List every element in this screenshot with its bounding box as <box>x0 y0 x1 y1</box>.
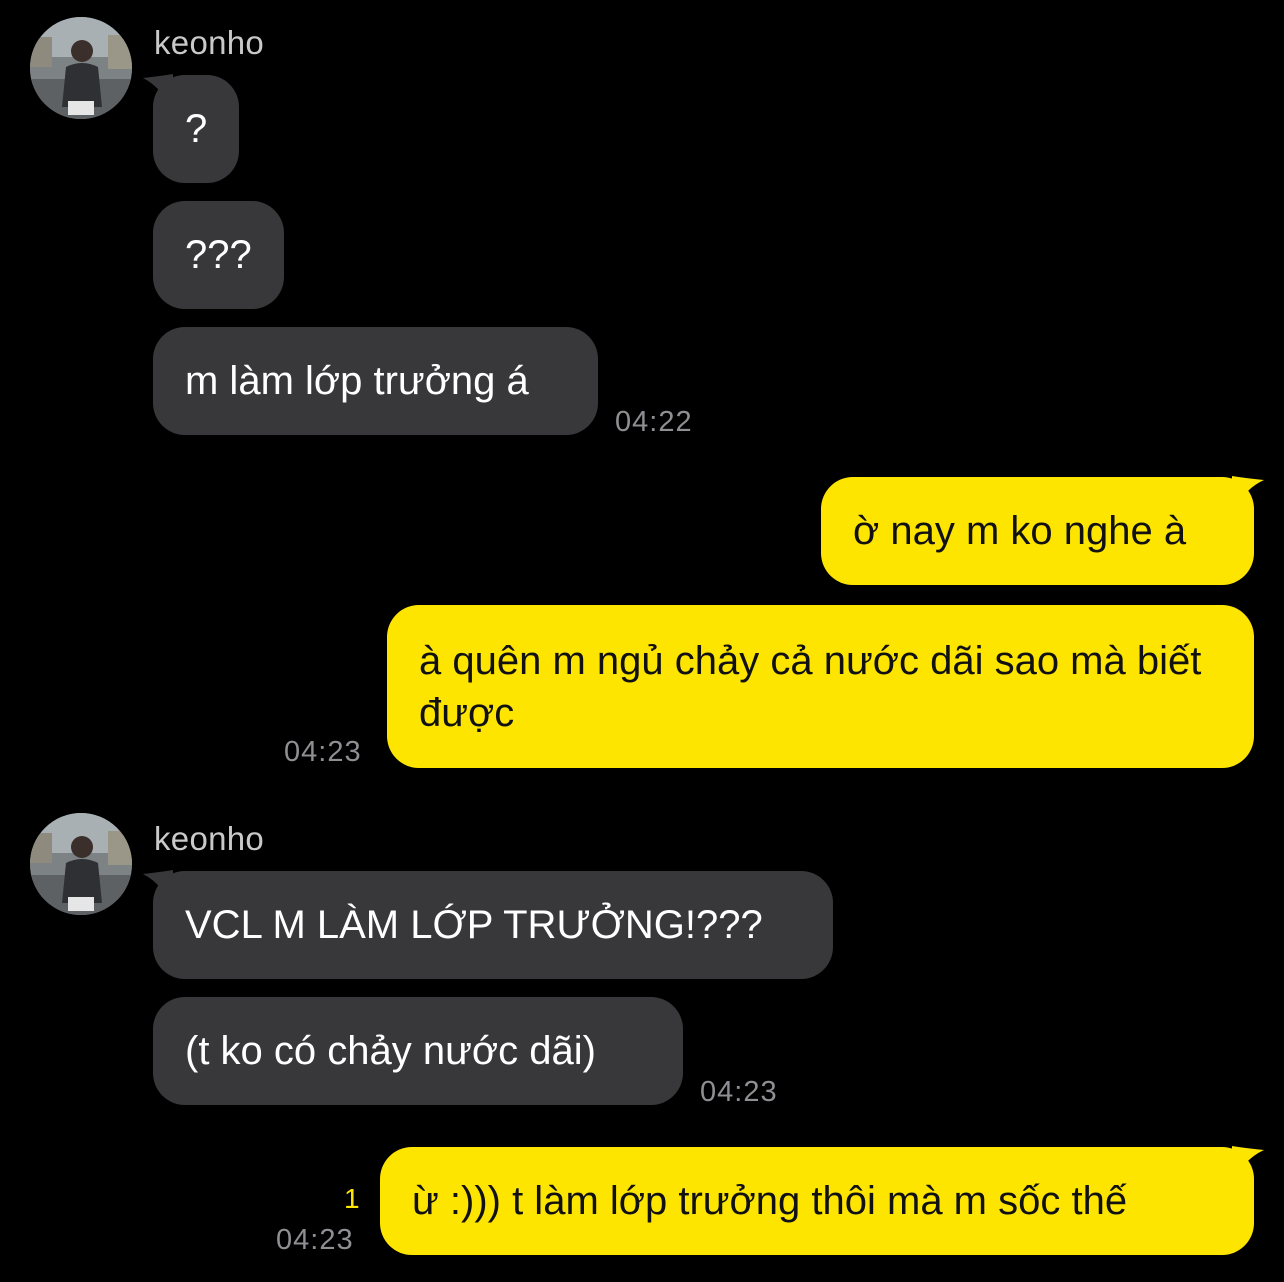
message-bubble[interactable]: à quên m ngủ chảy cả nước dãi sao mà biế… <box>387 605 1254 768</box>
message-timestamp: 04:23 <box>284 736 362 768</box>
message-bubble[interactable]: (t ko có chảy nước dãi) <box>153 997 683 1105</box>
message-bubble[interactable]: ? <box>153 75 239 183</box>
message-bubble[interactable]: ừ :))) t làm lớp trưởng thôi mà m sốc th… <box>380 1147 1254 1255</box>
avatar[interactable] <box>30 17 132 119</box>
message-timestamp: 04:23 <box>276 1224 354 1256</box>
message-timestamp: 04:22 <box>615 406 693 438</box>
message-text: m làm lớp trưởng á <box>185 359 529 403</box>
message-bubble[interactable]: ờ nay m ko nghe à <box>821 477 1254 585</box>
message-bubble[interactable]: VCL M LÀM LỚP TRƯỞNG!??? <box>153 871 833 979</box>
unread-count-badge: 1 <box>344 1183 360 1214</box>
message-text: ??? <box>185 233 252 277</box>
message-text: (t ko có chảy nước dãi) <box>185 1029 596 1073</box>
message-text: ờ nay m ko nghe à <box>853 509 1187 553</box>
message-text: ừ :))) t làm lớp trưởng thôi mà m sốc th… <box>412 1179 1128 1223</box>
sender-name: keonho <box>154 24 265 61</box>
avatar[interactable] <box>30 813 132 915</box>
message-bubble[interactable]: ??? <box>153 201 284 309</box>
message-text: VCL M LÀM LỚP TRƯỞNG!??? <box>185 903 763 947</box>
message-timestamp: 04:23 <box>700 1076 778 1108</box>
message-text: à quên m ngủ chảy cả nước dãi sao mà biế… <box>419 639 1202 735</box>
message-bubble[interactable]: m làm lớp trưởng á <box>153 327 598 435</box>
sender-name: keonho <box>154 820 265 857</box>
message-text: ? <box>185 107 208 151</box>
